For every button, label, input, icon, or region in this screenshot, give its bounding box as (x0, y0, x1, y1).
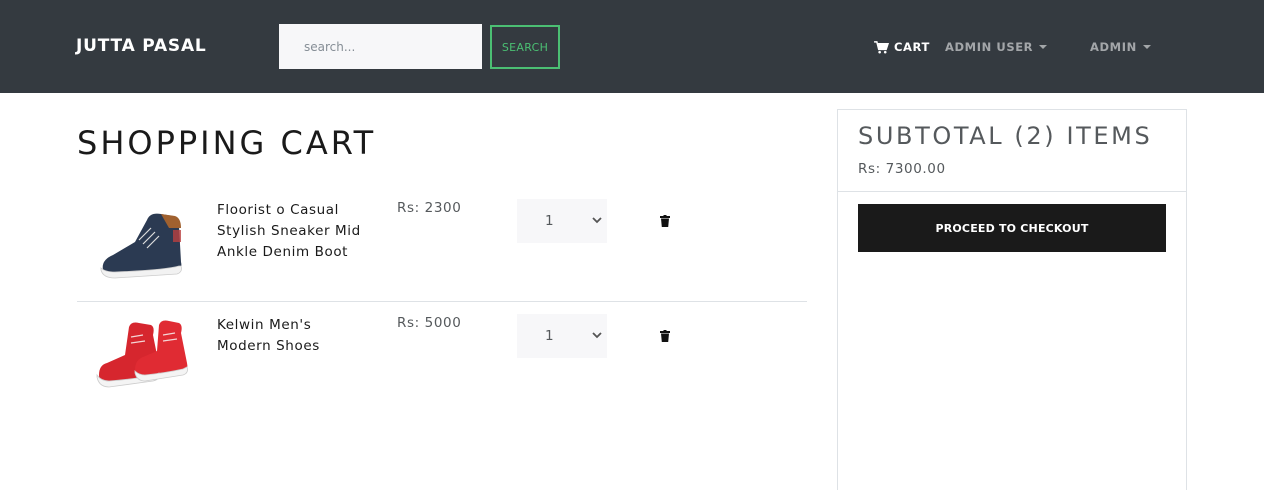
item-price: Rs: 5000 (397, 315, 462, 331)
search-input[interactable] (279, 24, 482, 69)
item-name[interactable]: Kelwin Men's Modern Shoes (217, 315, 367, 357)
chevron-down-icon (592, 217, 602, 224)
quantity-value: 1 (545, 328, 554, 344)
trash-icon[interactable] (660, 330, 670, 342)
cart-item: Floorist o Casual Stylish Sneaker Mid An… (77, 190, 807, 300)
subtotal-amount: Rs: 7300.00 (858, 161, 946, 177)
nav-cart-label: CART (894, 40, 930, 54)
quantity-value: 1 (545, 213, 554, 229)
shopping-cart-icon (874, 40, 889, 53)
cart-item: Kelwin Men's Modern Shoes Rs: 5000 1 (77, 305, 807, 415)
search-button[interactable]: SEARCH (490, 25, 560, 69)
admin-label: ADMIN (1090, 40, 1137, 54)
proceed-to-checkout-button[interactable]: PROCEED TO CHECKOUT (858, 204, 1166, 252)
subtotal-title: SUBTOTAL (2) ITEMS (858, 122, 1153, 150)
red-sneaker-icon[interactable] (95, 315, 191, 395)
admin-dropdown[interactable]: ADMIN (1090, 40, 1151, 54)
admin-user-label: ADMIN USER (945, 40, 1034, 54)
item-name[interactable]: Floorist o Casual Stylish Sneaker Mid An… (217, 200, 367, 263)
quantity-select[interactable]: 1 (517, 199, 607, 243)
admin-user-dropdown[interactable]: ADMIN USER (945, 40, 1048, 54)
navbar: JUTTA PASAL SEARCH CART ADMIN USER ADMIN (0, 0, 1264, 93)
item-divider (77, 301, 807, 302)
page-title: SHOPPING CART (77, 124, 377, 162)
summary-divider (838, 191, 1186, 192)
chevron-down-icon (592, 332, 602, 339)
chevron-down-icon (1039, 45, 1048, 49)
nav-cart-link[interactable]: CART (874, 40, 930, 54)
trash-icon[interactable] (660, 215, 670, 227)
quantity-select[interactable]: 1 (517, 314, 607, 358)
chevron-down-icon (1142, 45, 1151, 49)
brand-logo[interactable]: JUTTA PASAL (76, 36, 207, 56)
item-price: Rs: 2300 (397, 200, 462, 216)
denim-sneaker-icon[interactable] (95, 200, 191, 280)
order-summary-card: SUBTOTAL (2) ITEMS Rs: 7300.00 PROCEED T… (837, 109, 1187, 490)
